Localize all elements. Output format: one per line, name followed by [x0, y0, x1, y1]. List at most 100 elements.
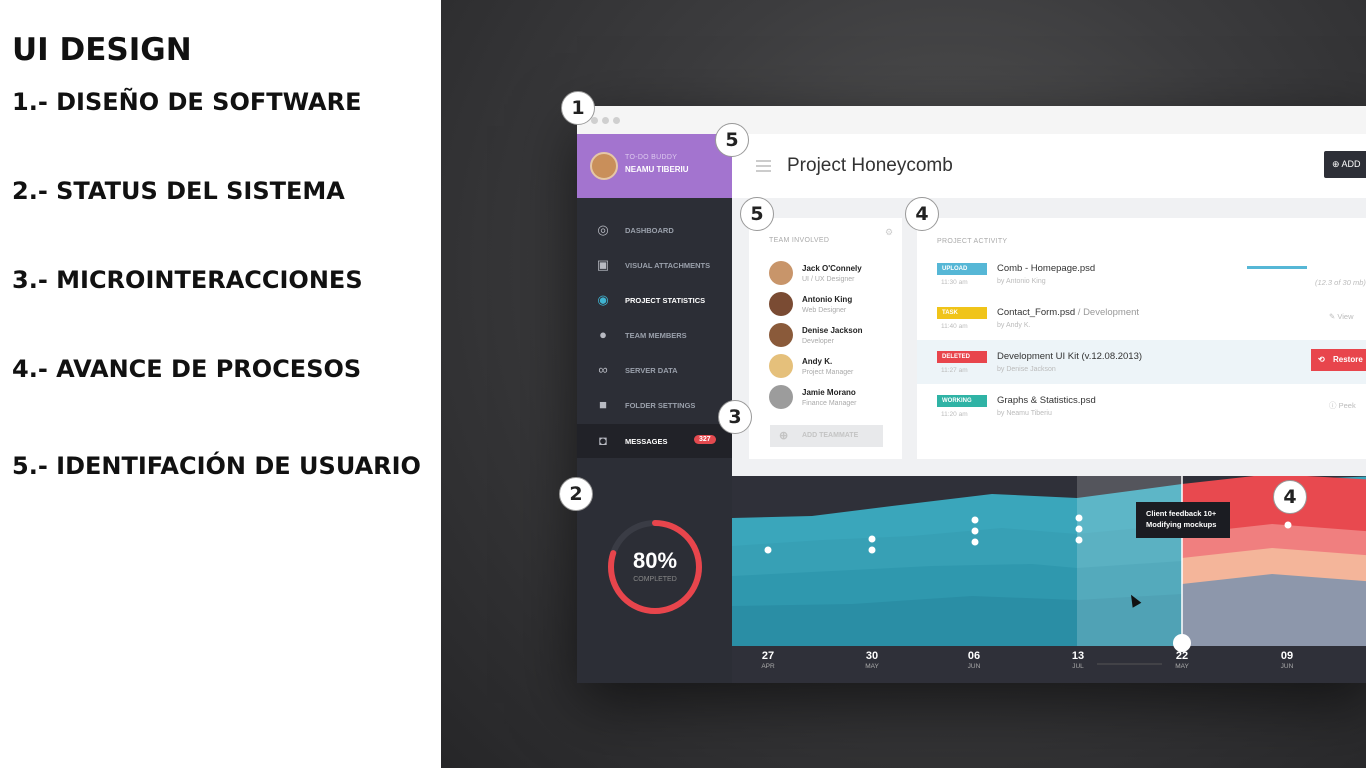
page-title: Project Honeycomb	[787, 155, 953, 176]
view-button[interactable]: ✎ View	[1329, 312, 1354, 321]
status-badge: DELETED	[937, 351, 987, 363]
member-role: Finance Manager	[802, 400, 857, 407]
user-name: NEAMU TIBERIU	[625, 165, 689, 174]
slide-title: UI DESIGN	[12, 32, 192, 68]
activity-author: by Neamu Tiberiu	[997, 410, 1052, 417]
activity-card-label: PROJECT ACTIVITY	[937, 238, 1008, 245]
member-role: Project Manager	[802, 369, 854, 376]
tick-month: MAY	[865, 663, 879, 670]
activity-time: 11:30 am	[941, 279, 968, 286]
team-member[interactable]: Antonio King Web Designer	[769, 289, 899, 320]
activity-row[interactable]: TASK 11:40 am Contact_Form.psd / Develop…	[917, 296, 1366, 340]
member-role: UI / UX Designer	[802, 276, 855, 283]
sidebar-item-team-members[interactable]: ● TEAM MEMBERS	[577, 318, 732, 352]
activity-time: 11:40 am	[941, 323, 968, 330]
menu-icon[interactable]	[756, 160, 771, 172]
callout-number: 5	[740, 197, 774, 231]
activity-author: by Antonio King	[997, 278, 1046, 285]
activity-row[interactable]: WORKING 11:20 am Graphs & Statistics.psd…	[917, 384, 1366, 428]
activity-row[interactable]: DELETED 11:27 am Development UI Kit (v.1…	[917, 340, 1366, 384]
team-member[interactable]: Denise Jackson Developer	[769, 320, 899, 351]
tick-day: 27	[761, 650, 775, 662]
member-name: Andy K.	[802, 357, 833, 366]
tick-month: MAY	[1175, 663, 1189, 670]
activity-author: by Andy K.	[997, 322, 1031, 329]
timeline-tooltip: Client feedback 10+ Modifying mockups	[1136, 502, 1230, 538]
tick-month: APR	[761, 663, 775, 670]
upload-progress-bar	[1247, 266, 1307, 269]
member-avatar	[769, 261, 793, 285]
activity-card: PROJECT ACTIVITY UPLOAD 11:30 am Comb - …	[917, 218, 1366, 459]
sidebar-item-label: PROJECT STATISTICS	[625, 296, 706, 305]
timeline-tick[interactable]: 09 JUN	[1267, 650, 1307, 670]
slide-item-5: 5.- IDENTIFACIÓN DE USUARIO	[12, 452, 421, 480]
tooltip-line: Client feedback 10+	[1146, 509, 1217, 518]
activity-time: 11:27 am	[941, 367, 968, 374]
member-avatar	[769, 385, 793, 409]
window-titlebar	[577, 106, 1366, 134]
callout-number: 1	[561, 91, 595, 125]
status-badge: TASK	[937, 307, 987, 319]
callout-number: 3	[718, 400, 752, 434]
timeline-tick[interactable]: 30 MAY	[852, 650, 892, 670]
restore-button[interactable]: ⟲ Restore	[1311, 349, 1366, 371]
settings-icon[interactable]: ⚙	[885, 227, 893, 238]
sidebar-item-server-data[interactable]: ∞ SERVER DATA	[577, 353, 732, 387]
member-avatar	[769, 292, 793, 316]
activity-file: Contact_Form.psd / Development	[997, 307, 1139, 318]
tick-day: 13	[1071, 650, 1085, 662]
team-member[interactable]: Andy K. Project Manager	[769, 351, 899, 382]
member-avatar	[769, 354, 793, 378]
slide-item-4: 4.- AVANCE DE PROCESOS	[12, 355, 362, 383]
callout-number: 4	[1273, 480, 1307, 514]
tick-month: JUL	[1072, 663, 1084, 670]
info-icon: ⓘ	[1329, 401, 1339, 410]
activity-time: 11:20 am	[941, 411, 968, 418]
sidebar-item-folder-settings[interactable]: ■ FOLDER SETTINGS	[577, 388, 732, 422]
timeline-tick[interactable]: 27 APR	[748, 650, 788, 670]
team-card-label: TEAM INVOLVED	[769, 237, 830, 244]
activity-file-name: Graphs & Statistics.psd	[997, 395, 1096, 406]
sidebar-item-label: TEAM MEMBERS	[625, 331, 687, 340]
slide-panel: UI DESIGN 1.- DISEÑO DE SOFTWARE 2.- STA…	[0, 0, 441, 768]
status-badge: UPLOAD	[937, 263, 987, 275]
add-teammate-button[interactable]: ⊕ ADD TEAMMATE	[770, 425, 883, 447]
infinity-icon: ∞	[598, 362, 608, 377]
add-button[interactable]: ⊕ ADD	[1324, 151, 1366, 178]
slide-item-1: 1.- DISEÑO DE SOFTWARE	[12, 88, 362, 116]
activity-file: Graphs & Statistics.psd	[997, 395, 1096, 406]
peek-button[interactable]: ⓘ Peek	[1329, 400, 1356, 411]
timeline-tick[interactable]: 06 JUN	[954, 650, 994, 670]
team-card: TEAM INVOLVED ⚙ Jack O'Connely UI / UX D…	[749, 218, 902, 459]
restore-icon: ⟲	[1318, 355, 1325, 364]
team-member[interactable]: Jamie Morano Finance Manager	[769, 382, 899, 413]
add-icon: ⊕	[779, 430, 789, 442]
sidebar-item-messages[interactable]: ◘ MESSAGES 327	[577, 424, 732, 458]
member-name: Antonio King	[802, 295, 853, 304]
window-close-dot[interactable]	[591, 117, 598, 124]
tooltip-line: Modifying mockups	[1146, 520, 1217, 529]
user-profile[interactable]: TO-DO BUDDY NEAMU TIBERIU	[577, 134, 732, 198]
status-badge: WORKING	[937, 395, 987, 407]
activity-row[interactable]: UPLOAD 11:30 am Comb - Homepage.psd by A…	[917, 252, 1366, 296]
window-maximize-dot[interactable]	[613, 117, 620, 124]
sidebar-item-dashboard[interactable]: ◎ DASHBOARD	[577, 213, 732, 247]
sidebar: TO-DO BUDDY NEAMU TIBERIU ◎ DASHBOARD ▣ …	[577, 134, 732, 683]
slide-item-3: 3.- MICROINTERACCIONES	[12, 266, 363, 294]
timeline-tick[interactable]: 22 MAY	[1162, 650, 1202, 670]
activity-file-name: Contact_Form.psd	[997, 307, 1076, 318]
window-minimize-dot[interactable]	[602, 117, 609, 124]
dashboard-icon: ◎	[597, 222, 609, 237]
tick-month: JUN	[967, 663, 981, 670]
sidebar-item-visual-attachments[interactable]: ▣ VISUAL ATTACHMENTS	[577, 248, 732, 282]
timeline-chart: Client feedback 10+ Modifying mockups 27…	[732, 476, 1366, 683]
sidebar-item-project-statistics[interactable]: ◉ PROJECT STATISTICS	[577, 283, 732, 317]
messages-count-badge: 327	[694, 435, 716, 444]
eye-icon: ◉	[597, 292, 609, 307]
activity-file-name: Development UI Kit (v.12.08.2013)	[997, 351, 1143, 362]
callout-number: 2	[559, 477, 593, 511]
activity-file-path: / Development	[1077, 307, 1140, 318]
upload-size: (12.3 of 30 mb)	[1315, 278, 1366, 287]
team-member[interactable]: Jack O'Connely UI / UX Designer	[769, 258, 899, 289]
timeline-tick[interactable]: 13 JUL	[1058, 650, 1098, 670]
